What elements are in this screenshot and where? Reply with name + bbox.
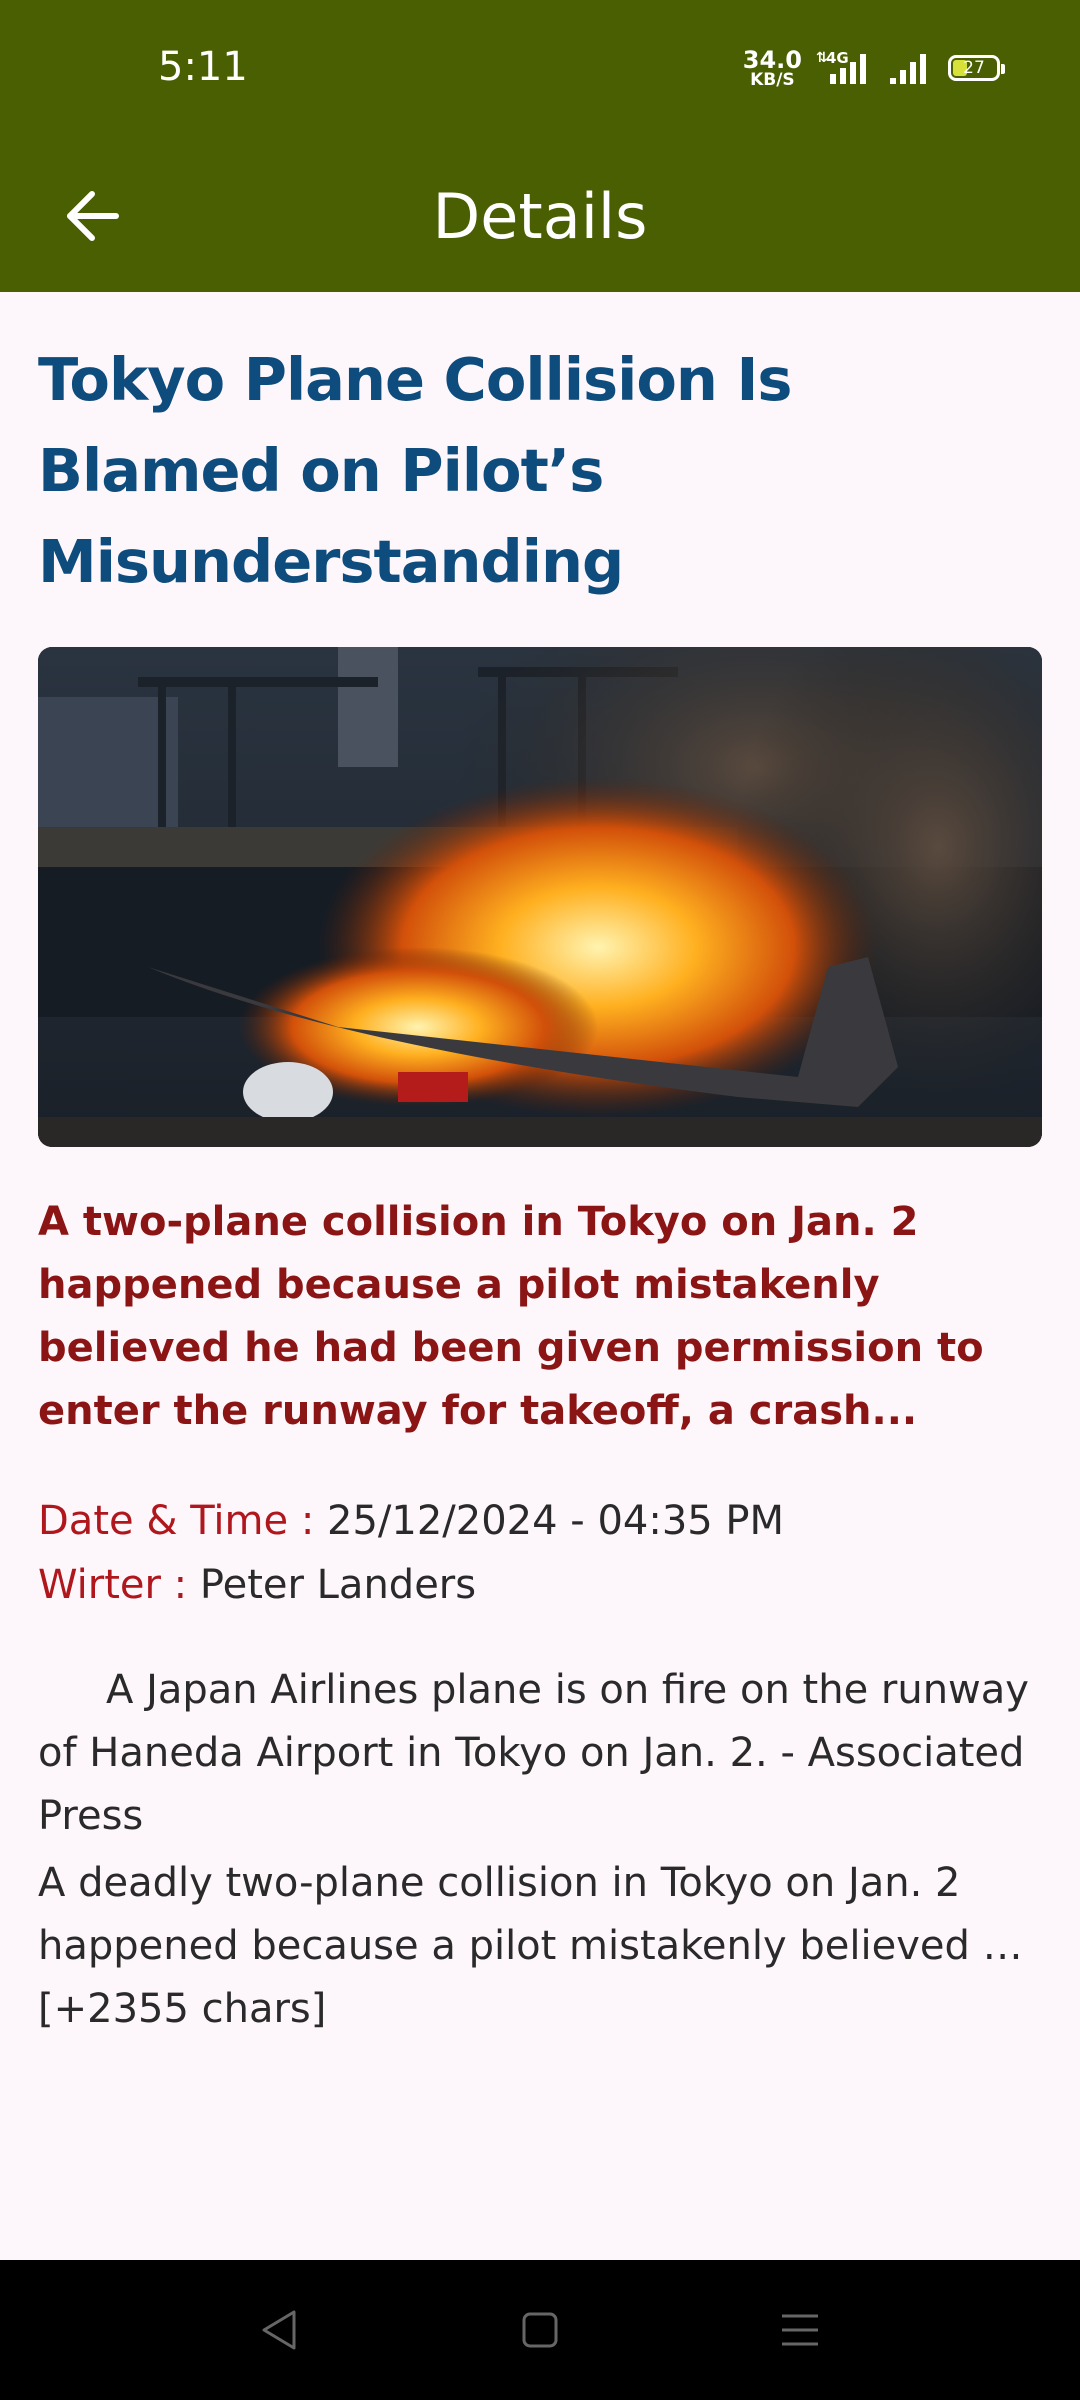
square-home-icon <box>522 2312 558 2348</box>
hamburger-menu-icon <box>782 2314 818 2346</box>
net-speed-value: 34.0 <box>742 45 802 74</box>
article-content: Tokyo Plane Collision Is Blamed on Pilot… <box>38 292 1042 2041</box>
writer-label: Wirter : <box>38 1562 188 1608</box>
net-speed: 34.0 KB/S <box>743 48 802 89</box>
article-meta: Date & Time : 25/12/2024 - 04:35 PM Wirt… <box>38 1489 1042 1617</box>
arrow-left-icon <box>67 191 119 241</box>
net-speed-unit: KB/S <box>750 69 795 90</box>
article-summary: A two-plane collision in Tokyo on Jan. 2… <box>38 1199 984 1434</box>
date-label: Date & Time : <box>38 1498 315 1544</box>
battery-level: 27 <box>963 58 985 78</box>
status-time: 5:11 <box>158 44 248 90</box>
nav-back-button[interactable] <box>250 2300 310 2360</box>
writer-value: Peter Landers <box>199 1562 477 1608</box>
page-title: Details <box>432 179 648 253</box>
app-bar: Details <box>0 140 1080 292</box>
date-row: Date & Time : 25/12/2024 - 04:35 PM <box>38 1489 1042 1553</box>
status-indicators: 34.0 KB/S ⇅ 4G 27 <box>743 46 1005 90</box>
system-nav-bar <box>0 2260 1080 2400</box>
back-button[interactable] <box>52 176 132 256</box>
signal-bars-icon <box>890 54 926 84</box>
triangle-back-icon <box>262 2310 296 2350</box>
svg-text:4G: 4G <box>826 49 849 67</box>
burning-plane-photo-icon <box>38 647 1042 1147</box>
nav-home-button[interactable] <box>510 2300 570 2360</box>
nav-menu-button[interactable] <box>770 2300 830 2360</box>
body-paragraph-2: A deadly two-plane collision in Tokyo on… <box>38 1860 1023 2032</box>
date-value: 25/12/2024 - 04:35 PM <box>327 1498 785 1544</box>
article-body: A Japan Airlines plane is on fire on the… <box>38 1659 1042 2041</box>
signal-4g-icon: ⇅ 4G <box>816 49 866 84</box>
writer-row: Wirter : Peter Landers <box>38 1553 1042 1617</box>
status-bar: 5:11 34.0 KB/S ⇅ 4G 27 <box>0 0 1080 140</box>
article-headline: Tokyo Plane Collision Is Blamed on Pilot… <box>38 345 793 596</box>
body-paragraph-1: A Japan Airlines plane is on fire on the… <box>38 1667 1029 1839</box>
battery-icon: 27 <box>948 55 1005 81</box>
article-image[interactable] <box>38 647 1042 1147</box>
